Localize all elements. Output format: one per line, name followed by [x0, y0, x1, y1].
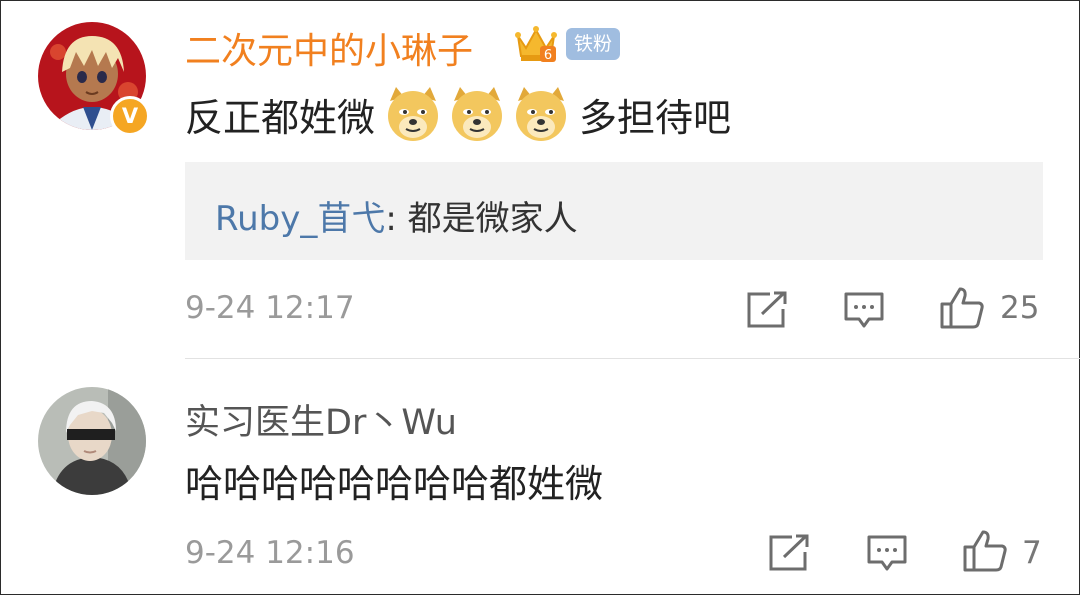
- username[interactable]: 二次元中的小琳子: [185, 22, 473, 74]
- fan-badge: 铁粉: [566, 28, 621, 60]
- comment-content: 反正都姓微 多担待吧: [185, 82, 731, 146]
- reply-content: 都是微家人: [407, 199, 578, 239]
- verified-badge-icon: V: [110, 96, 150, 136]
- username[interactable]: 实习医生Dr丶Wu: [185, 394, 457, 445]
- reply-separator: :: [385, 199, 408, 239]
- comment-item: 实习医生Dr丶Wu 哈哈哈哈哈哈哈哈都姓微 9-24 12:16 7: [0, 359, 1080, 595]
- timestamp: 9-24 12:17: [185, 290, 355, 326]
- like-count: 7: [1022, 535, 1042, 571]
- reply-preview[interactable]: Ruby_苜弋: 都是微家人: [185, 162, 1043, 260]
- doge-emoji-icon: [452, 87, 503, 141]
- comment-text: 反正都姓微: [185, 95, 376, 140]
- crown-icon: 6: [515, 26, 557, 63]
- comment-icon[interactable]: [843, 291, 885, 331]
- timestamp: 9-24 12:16: [185, 535, 355, 571]
- reply-text-line: Ruby_苜弋: 都是微家人: [215, 191, 578, 240]
- reply-username[interactable]: Ruby_苜弋: [215, 199, 385, 239]
- comment-item: V 二次元中的小琳子 6 铁粉 反正都姓微 多担待吧 Ruby_苜弋: 都是微家…: [0, 0, 1080, 358]
- doge-emoji-icon: [388, 87, 439, 141]
- share-icon[interactable]: [768, 534, 810, 572]
- comment-icon[interactable]: [866, 534, 908, 574]
- comment-content: 哈哈哈哈哈哈哈哈都姓微: [185, 461, 604, 506]
- like-icon[interactable]: [962, 529, 1008, 573]
- avatar[interactable]: [38, 387, 146, 495]
- crown-level: 6: [544, 48, 552, 63]
- like-count: 25: [1000, 290, 1040, 326]
- share-icon[interactable]: [746, 291, 788, 329]
- like-icon[interactable]: [939, 286, 985, 330]
- comment-text-after: 多担待吧: [579, 95, 732, 140]
- doge-emoji-icon: [516, 87, 567, 141]
